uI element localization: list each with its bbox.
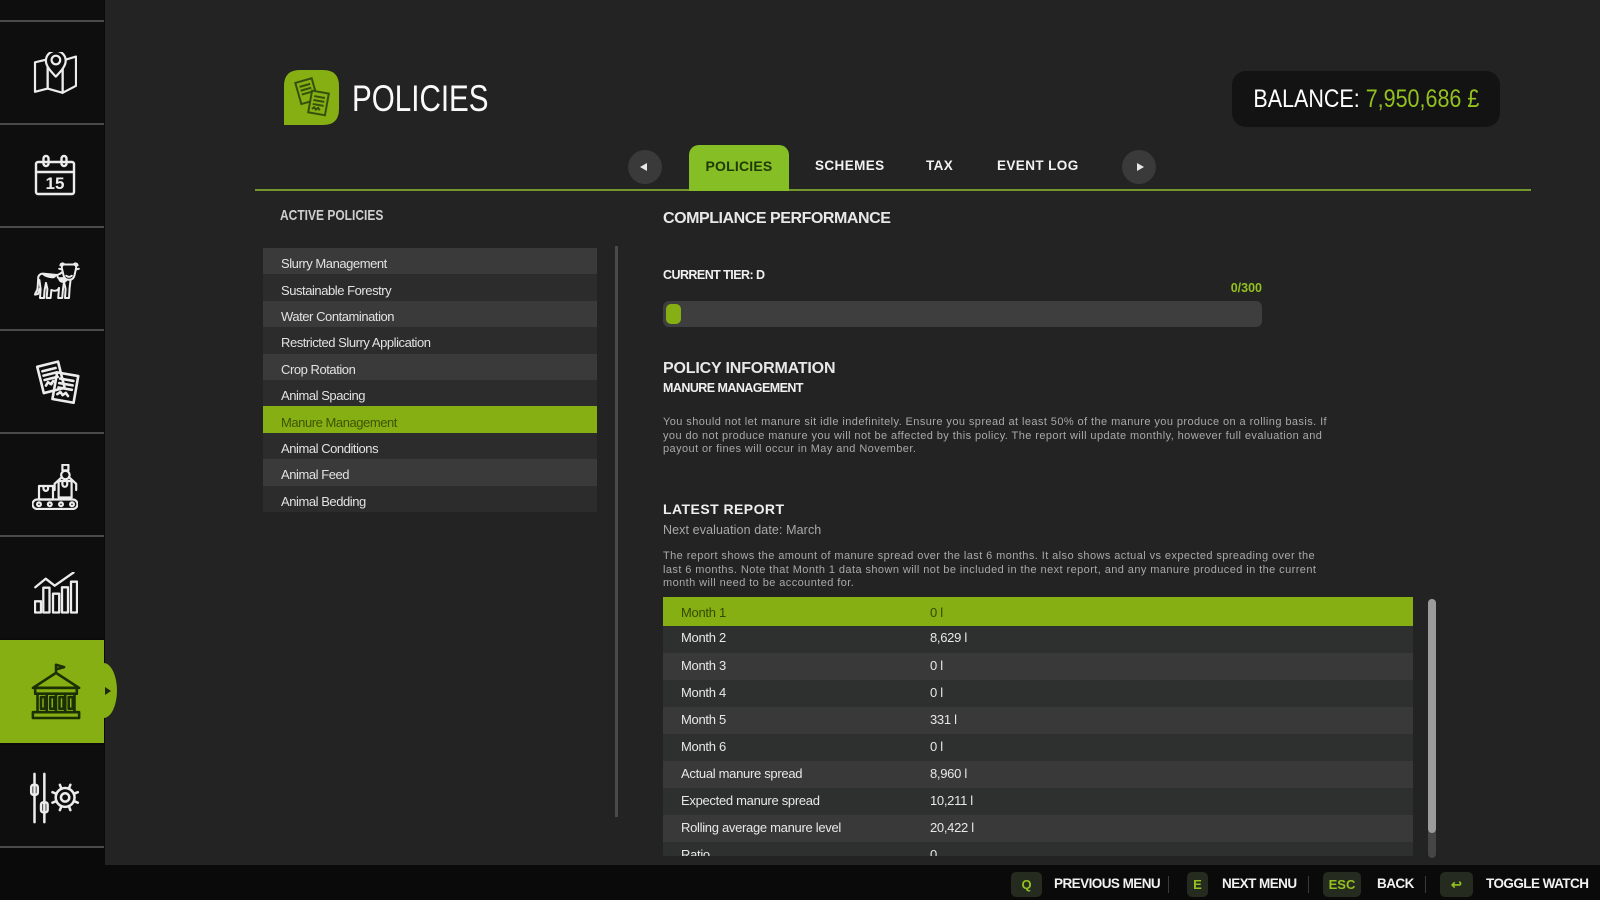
svg-text:15: 15: [46, 174, 65, 193]
